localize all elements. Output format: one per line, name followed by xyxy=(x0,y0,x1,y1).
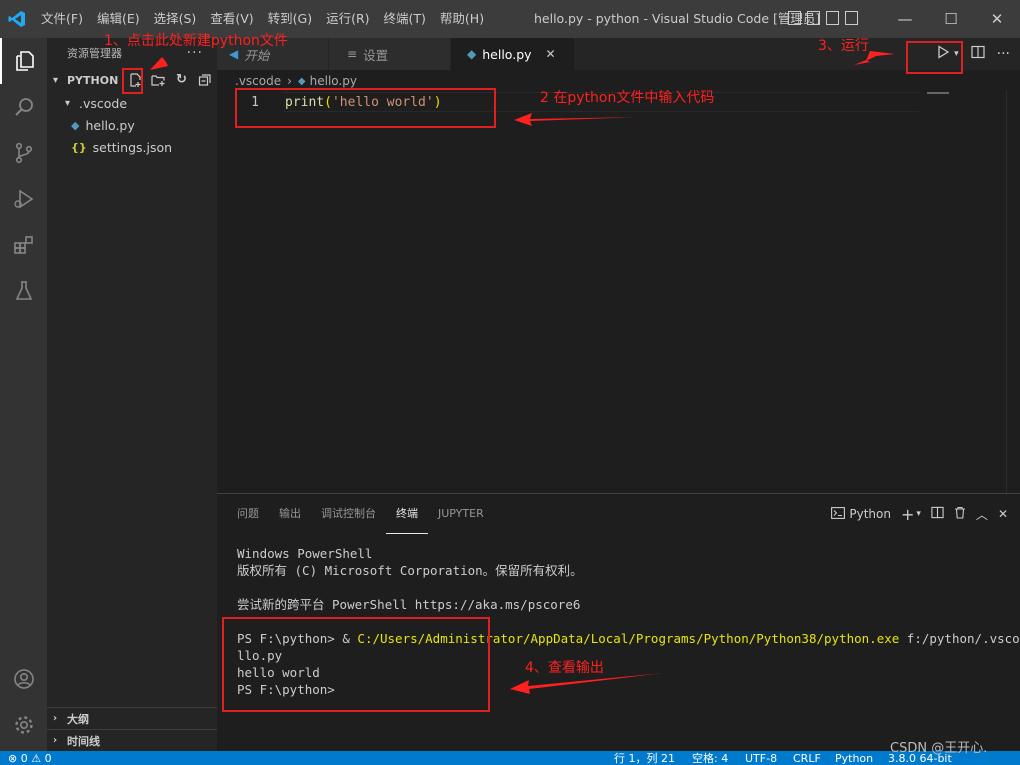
python-file-icon: ◆ xyxy=(297,75,306,87)
terminal-line: Windows PowerShell xyxy=(237,546,373,561)
tree-file-label: hello.py xyxy=(85,117,135,133)
terminal-dropdown-chevron-icon[interactable]: ▾ xyxy=(916,509,921,519)
tab-debug-console[interactable]: 调试控制台 xyxy=(311,494,386,534)
tab-label: hello.py xyxy=(482,46,532,62)
terminal-shell-label[interactable]: Python xyxy=(849,507,891,521)
minimap[interactable] xyxy=(927,92,949,94)
editor-scrollbar[interactable] xyxy=(1006,90,1020,493)
status-bar: ⊗ 0 ⚠ 0 行 1，列 21 空格: 4 UTF-8 CRLF Python… xyxy=(0,751,1020,765)
tree-folder-vscode[interactable]: ▾ .vscode xyxy=(47,92,217,114)
tree-file-settings-json[interactable]: {} settings.json xyxy=(47,136,217,158)
toggle-panel-icon[interactable] xyxy=(807,11,820,25)
tab-settings[interactable]: ≡ 设置 xyxy=(329,38,451,70)
code-editor[interactable]: 1 print('hello world') xyxy=(217,90,1020,493)
json-file-icon: {} xyxy=(71,140,87,154)
status-cursor-position[interactable]: 行 1，列 21 xyxy=(614,752,675,765)
tab-problems[interactable]: 问题 xyxy=(227,494,269,534)
python-file-icon: ◆ xyxy=(467,47,477,61)
editor-tabs: ◀ 开始 ≡ 设置 ◆ hello.py ✕ ▾ ··· xyxy=(217,38,1020,70)
annotation-step4: 4、查看输出 xyxy=(525,660,604,676)
minimize-icon[interactable]: — xyxy=(882,0,928,38)
search-icon[interactable] xyxy=(0,84,47,130)
chevron-down-icon: ▾ xyxy=(65,97,71,109)
annotation-step3: 3、运行 xyxy=(818,38,869,54)
run-debug-icon[interactable] xyxy=(0,176,47,222)
close-icon[interactable]: ✕ xyxy=(546,47,556,61)
panel-actions: Python + ▾ ︿ ✕ xyxy=(831,494,1008,534)
split-terminal-icon[interactable] xyxy=(931,506,944,522)
explorer-icon[interactable] xyxy=(0,38,47,84)
collapse-all-icon[interactable] xyxy=(196,71,213,88)
maximize-panel-chevron-up-icon[interactable]: ︿ xyxy=(976,506,988,523)
extensions-icon[interactable] xyxy=(0,222,47,268)
folder-name: PYTHON xyxy=(67,73,119,87)
new-folder-icon[interactable] xyxy=(150,71,167,88)
panel-tabs: 问题 输出 调试控制台 终端 JUPYTER xyxy=(217,494,494,534)
testing-flask-icon[interactable] xyxy=(0,268,47,314)
status-encoding[interactable]: UTF-8 xyxy=(745,752,777,765)
terminal-script-arg: f:/python/.vscode/he xyxy=(906,631,1020,646)
timeline-section[interactable]: › 时间线 xyxy=(47,729,217,751)
status-language[interactable]: Python xyxy=(835,752,873,765)
manage-gear-icon[interactable] xyxy=(0,702,47,748)
breadcrumb-folder[interactable]: .vscode xyxy=(235,74,281,88)
maximize-icon[interactable]: ☐ xyxy=(928,0,974,38)
menu-file[interactable]: 文件(F) xyxy=(34,0,90,38)
status-problems[interactable]: ⊗ 0 ⚠ 0 xyxy=(8,752,52,765)
annotation-box-new-file xyxy=(122,68,143,94)
outline-section[interactable]: › 大纲 xyxy=(47,707,217,729)
activity-bar xyxy=(0,38,47,751)
annotation-box-code xyxy=(235,88,496,128)
python-file-icon: ◆ xyxy=(71,118,80,132)
vscode-logo-icon xyxy=(0,0,34,38)
tree-folder-label: .vscode xyxy=(79,95,128,111)
settings-list-icon: ≡ xyxy=(347,47,358,61)
window-title: hello.py - python - Visual Studio Code [… xyxy=(534,11,821,26)
tree-file-label: settings.json xyxy=(92,139,173,155)
split-editor-icon[interactable] xyxy=(971,45,985,63)
explorer-sidebar: 资源管理器 ··· ▾ PYTHON ↻ ▾ .vscode ◆ hello.p… xyxy=(47,38,217,751)
toggle-sidebar-icon[interactable] xyxy=(788,11,801,25)
chevron-down-icon: ▾ xyxy=(53,74,59,86)
tab-hello-py[interactable]: ◆ hello.py ✕ xyxy=(451,38,575,70)
kill-terminal-trash-icon[interactable] xyxy=(954,506,966,522)
terminal-line: 版权所有 (C) Microsoft Corporation。保留所有权利。 xyxy=(237,563,583,578)
menu-terminal[interactable]: 终端(T) xyxy=(377,0,433,38)
chevron-right-icon: › xyxy=(53,713,58,724)
annotation-step2: 2 在python文件中输入代码 xyxy=(540,90,715,106)
close-window-icon[interactable]: ✕ xyxy=(974,0,1020,38)
layout-controls xyxy=(788,11,858,25)
annotation-box-output xyxy=(222,617,490,712)
chevron-right-icon: › xyxy=(287,74,292,88)
outline-label: 大纲 xyxy=(67,712,89,726)
tab-output[interactable]: 输出 xyxy=(269,494,311,534)
window-controls: — ☐ ✕ xyxy=(882,0,1020,38)
timeline-label: 时间线 xyxy=(67,734,100,748)
tab-terminal[interactable]: 终端 xyxy=(386,494,428,534)
menu-run[interactable]: 运行(R) xyxy=(319,0,376,38)
menu-help[interactable]: 帮助(H) xyxy=(433,0,491,38)
breadcrumb-file[interactable]: hello.py xyxy=(310,74,357,88)
more-actions-icon[interactable]: ··· xyxy=(997,46,1010,62)
tree-file-hello-py[interactable]: ◆ hello.py xyxy=(47,114,217,136)
toggle-secondary-sidebar-icon[interactable] xyxy=(826,11,839,25)
watermark: CSDN @王开心. xyxy=(890,741,988,756)
status-eol[interactable]: CRLF xyxy=(793,752,821,765)
status-indentation[interactable]: 空格: 4 xyxy=(692,752,728,765)
customize-layout-icon[interactable] xyxy=(845,11,858,25)
annotation-box-run xyxy=(906,41,963,74)
tab-jupyter[interactable]: JUPYTER xyxy=(428,494,494,534)
source-control-icon[interactable] xyxy=(0,130,47,176)
refresh-icon[interactable]: ↻ xyxy=(173,71,190,88)
account-icon[interactable] xyxy=(0,656,47,702)
tab-label: 设置 xyxy=(363,47,389,63)
terminal-line: 尝试新的跨平台 PowerShell https://aka.ms/pscore… xyxy=(237,597,581,612)
chevron-right-icon: › xyxy=(53,735,58,746)
terminal-shell-icon xyxy=(831,506,846,522)
annotation-step1: 1、点击此处新建python文件 xyxy=(104,33,288,49)
new-terminal-icon[interactable]: + xyxy=(901,505,914,524)
close-panel-icon[interactable]: ✕ xyxy=(998,507,1008,521)
